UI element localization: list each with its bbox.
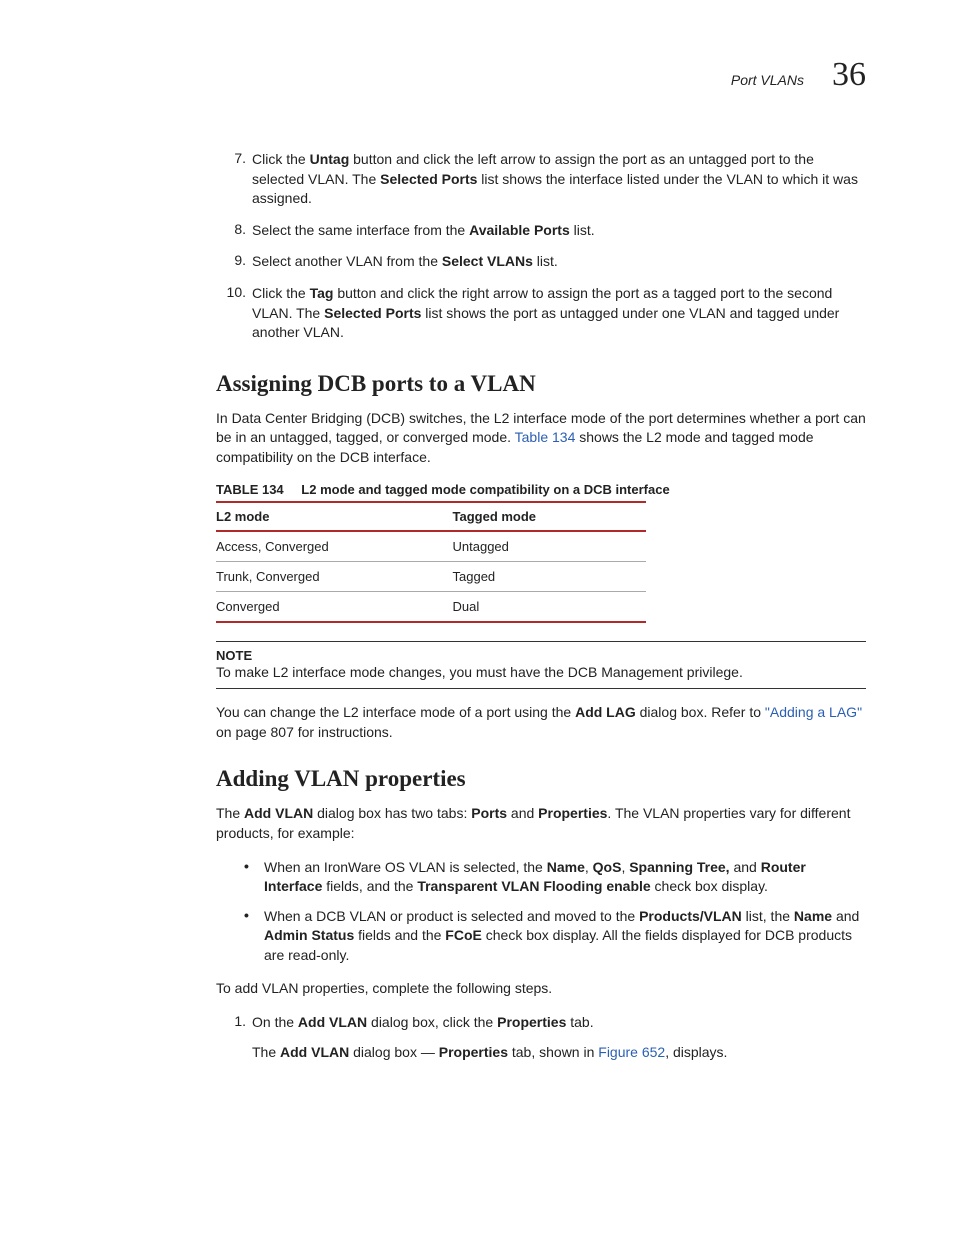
step-text: Select another VLAN from the Select VLAN… — [252, 252, 866, 272]
table-title: L2 mode and tagged mode compatibility on… — [301, 482, 669, 497]
bullet-text: When a DCB VLAN or product is selected a… — [264, 907, 866, 966]
table-row: Converged Dual — [216, 591, 646, 622]
table-cell: Dual — [453, 591, 647, 622]
table-header-cell: L2 mode — [216, 502, 453, 531]
step-number: 10. — [216, 284, 252, 343]
step-7: 7. Click the Untag button and click the … — [88, 150, 866, 209]
step-number: 1. — [216, 1013, 252, 1062]
ui-element-ref: Add VLAN — [280, 1044, 349, 1060]
procedure-steps: 7. Click the Untag button and click the … — [88, 150, 866, 343]
table-row: Access, Converged Untagged — [216, 531, 646, 562]
note-text: To make L2 interface mode changes, you m… — [216, 663, 866, 683]
ui-element-ref: Add LAG — [575, 704, 636, 720]
ui-element-ref: Select VLANs — [442, 253, 533, 269]
ui-element-ref: Untag — [310, 151, 350, 167]
list-item: • When a DCB VLAN or product is selected… — [216, 907, 866, 966]
table-row: Trunk, Converged Tagged — [216, 561, 646, 591]
ui-element-ref: Add VLAN — [244, 805, 313, 821]
note-label: NOTE — [216, 648, 866, 663]
bullet-icon: • — [244, 858, 264, 897]
bullet-text: When an IronWare OS VLAN is selected, th… — [264, 858, 866, 897]
section-title: Port VLANs — [731, 72, 804, 88]
ui-element-ref: Properties — [538, 805, 607, 821]
procedure-steps: 1. On the Add VLAN dialog box, click the… — [88, 1013, 866, 1062]
table-header-row: L2 mode Tagged mode — [216, 502, 646, 531]
step-number: 8. — [216, 221, 252, 241]
paragraph: The Add VLAN dialog box has two tabs: Po… — [216, 804, 866, 843]
table-cell: Access, Converged — [216, 531, 453, 562]
ui-element-ref: Selected Ports — [380, 171, 477, 187]
cross-ref-link[interactable]: Figure 652 — [598, 1044, 665, 1060]
cross-ref-link[interactable]: "Adding a LAG" — [765, 704, 862, 720]
bullet-list: • When an IronWare OS VLAN is selected, … — [216, 858, 866, 966]
heading-assigning-dcb: Assigning DCB ports to a VLAN — [216, 371, 866, 397]
heading-adding-vlan-properties: Adding VLAN properties — [216, 766, 866, 792]
step-number: 9. — [216, 252, 252, 272]
step-text: On the Add VLAN dialog box, click the Pr… — [252, 1013, 866, 1062]
list-item: • When an IronWare OS VLAN is selected, … — [216, 858, 866, 897]
step-text: Click the Tag button and click the right… — [252, 284, 866, 343]
step-9: 9. Select another VLAN from the Select V… — [88, 252, 866, 272]
step-number: 7. — [216, 150, 252, 209]
table-cell: Trunk, Converged — [216, 561, 453, 591]
paragraph: In Data Center Bridging (DCB) switches, … — [216, 409, 866, 468]
ui-element-ref: Properties — [497, 1014, 566, 1030]
paragraph: You can change the L2 interface mode of … — [216, 703, 866, 742]
ui-element-ref: Tag — [310, 285, 334, 301]
chapter-number: 36 — [832, 56, 866, 94]
ui-element-ref: Properties — [439, 1044, 508, 1060]
step-text: Select the same interface from the Avail… — [252, 221, 866, 241]
ui-element-ref: Available Ports — [469, 222, 570, 238]
table-caption: TABLE 134 L2 mode and tagged mode compat… — [216, 482, 866, 497]
step-substep: The Add VLAN dialog box — Properties tab… — [252, 1043, 866, 1063]
table-cell: Converged — [216, 591, 453, 622]
note-block: NOTE To make L2 interface mode changes, … — [216, 641, 866, 690]
ui-element-ref: Ports — [471, 805, 507, 821]
table-label: TABLE 134 — [216, 482, 284, 497]
ui-element-ref: Add VLAN — [298, 1014, 367, 1030]
table-cell: Tagged — [453, 561, 647, 591]
step-1: 1. On the Add VLAN dialog box, click the… — [88, 1013, 866, 1062]
page-header: Port VLANs 36 — [88, 56, 866, 94]
bullet-icon: • — [244, 907, 264, 966]
step-8: 8. Select the same interface from the Av… — [88, 221, 866, 241]
cross-ref-link[interactable]: Table 134 — [515, 429, 576, 445]
step-text: Click the Untag button and click the lef… — [252, 150, 866, 209]
table-header-cell: Tagged mode — [453, 502, 647, 531]
paragraph: To add VLAN properties, complete the fol… — [216, 979, 866, 999]
ui-element-ref: Selected Ports — [324, 305, 421, 321]
step-10: 10. Click the Tag button and click the r… — [88, 284, 866, 343]
table-134: L2 mode Tagged mode Access, Converged Un… — [216, 501, 646, 623]
table-cell: Untagged — [453, 531, 647, 562]
